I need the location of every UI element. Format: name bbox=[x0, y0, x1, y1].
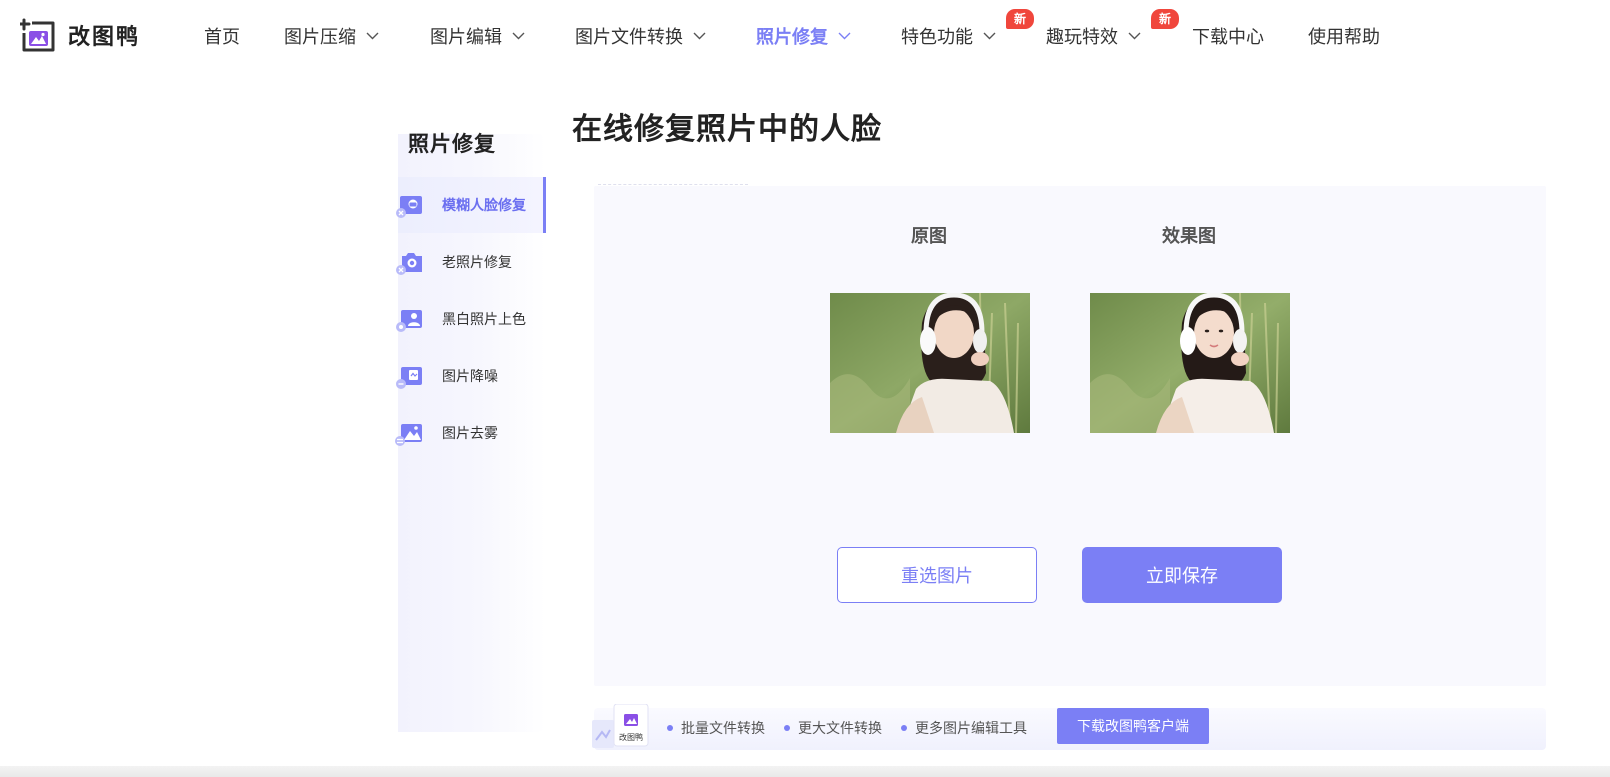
logo-icon bbox=[20, 18, 55, 52]
nav-featured[interactable]: 特色功能 新 bbox=[901, 9, 1034, 50]
dehaze-icon bbox=[395, 424, 422, 446]
promo-feature: 更大文件转换 bbox=[784, 718, 882, 738]
window-bottom-edge bbox=[0, 766, 1610, 777]
brand-logo[interactable]: 改图鸭 bbox=[20, 16, 140, 54]
save-now-button[interactable]: 立即保存 bbox=[1082, 547, 1282, 603]
promo-feature-label: 批量文件转换 bbox=[681, 721, 765, 737]
chevron-down-icon bbox=[1128, 32, 1141, 40]
sidebar-item-colorize[interactable]: 黑白照片上色 bbox=[396, 291, 546, 347]
chevron-down-icon bbox=[512, 32, 525, 40]
new-badge: 新 bbox=[1150, 9, 1179, 29]
sidebar-item-face-restore[interactable]: 模糊人脸修复 bbox=[396, 177, 546, 233]
denoise-icon bbox=[396, 367, 422, 389]
promo-feature: 批量文件转换 bbox=[667, 718, 765, 738]
new-badge: 新 bbox=[1005, 9, 1034, 29]
result-photo bbox=[1090, 293, 1290, 433]
original-label: 原图 bbox=[911, 226, 947, 247]
sidebar-item-label: 图片降噪 bbox=[442, 369, 498, 385]
nav-image-convert[interactable]: 图片文件转换 bbox=[575, 22, 706, 50]
nav-fun-effects-label: 趣玩特效 bbox=[1046, 27, 1118, 48]
nav-home[interactable]: 首页 bbox=[204, 22, 240, 50]
result-label: 效果图 bbox=[1162, 226, 1216, 247]
promo-feature: 更多图片编辑工具 bbox=[901, 718, 1027, 738]
chevron-down-icon bbox=[693, 32, 706, 40]
nav-fun-effects[interactable]: 趣玩特效 新 bbox=[1046, 9, 1179, 50]
desktop-app-caption: 改图鸭 bbox=[619, 732, 643, 742]
promo-feature-label: 更大文件转换 bbox=[798, 721, 882, 737]
nav-download-center[interactable]: 下载中心 bbox=[1192, 22, 1264, 50]
sidebar-item-dehaze[interactable]: 图片去雾 bbox=[395, 405, 546, 461]
nav-help-label: 使用帮助 bbox=[1308, 27, 1380, 48]
sidebar-item-label: 老照片修复 bbox=[442, 255, 512, 271]
panel-divider bbox=[598, 184, 748, 185]
download-client-button[interactable]: 下载改图鸭客户端 bbox=[1057, 708, 1209, 744]
colorize-icon bbox=[396, 310, 422, 332]
sidebar-item-denoise[interactable]: 图片降噪 bbox=[396, 348, 546, 404]
nav-featured-label: 特色功能 bbox=[901, 27, 973, 48]
sidebar-item-label: 图片去雾 bbox=[442, 426, 498, 442]
chevron-down-icon bbox=[838, 32, 851, 40]
sidebar-item-label: 黑白照片上色 bbox=[442, 312, 526, 328]
nav-photo-restore-label: 照片修复 bbox=[756, 27, 828, 48]
chevron-down-icon bbox=[366, 32, 379, 40]
bullet-dot-icon bbox=[901, 725, 907, 731]
nav-photo-restore[interactable]: 照片修复 bbox=[756, 22, 851, 50]
nav-image-compress[interactable]: 图片压缩 bbox=[284, 22, 379, 50]
nav-download-center-label: 下载中心 bbox=[1192, 27, 1264, 48]
nav-help[interactable]: 使用帮助 bbox=[1308, 22, 1380, 50]
sidebar-title: 照片修复 bbox=[408, 132, 496, 156]
reselect-image-button[interactable]: 重选图片 bbox=[837, 547, 1037, 603]
preview-panel bbox=[594, 186, 1546, 686]
bullet-dot-icon bbox=[667, 725, 673, 731]
sidebar-item-old-photo[interactable]: 老照片修复 bbox=[396, 234, 546, 290]
nav-image-edit[interactable]: 图片编辑 bbox=[430, 22, 525, 50]
sidebar-item-label: 模糊人脸修复 bbox=[442, 198, 526, 214]
promo-feature-label: 更多图片编辑工具 bbox=[915, 721, 1027, 737]
page-title: 在线修复照片中的人脸 bbox=[572, 112, 882, 147]
top-navigation: 改图鸭 首页 图片压缩 图片编辑 图片文件转换 照片修复 特色功能 新 趣玩特效… bbox=[0, 0, 1610, 72]
brand-name: 改图鸭 bbox=[68, 25, 141, 50]
camera-restore-icon bbox=[396, 253, 422, 275]
nav-image-convert-label: 图片文件转换 bbox=[575, 27, 683, 48]
chevron-down-icon bbox=[983, 32, 996, 40]
original-photo bbox=[830, 293, 1030, 433]
nav-home-label: 首页 bbox=[204, 27, 240, 48]
bullet-dot-icon bbox=[784, 725, 790, 731]
nav-image-compress-label: 图片压缩 bbox=[284, 27, 356, 48]
nav-image-edit-label: 图片编辑 bbox=[430, 27, 502, 48]
desktop-app-icon: 改图鸭 bbox=[592, 704, 649, 748]
face-restore-icon bbox=[396, 196, 422, 218]
